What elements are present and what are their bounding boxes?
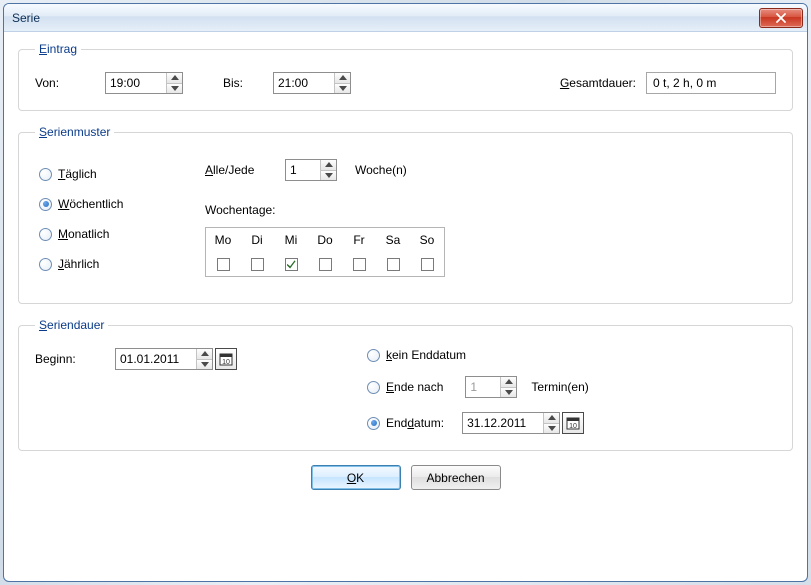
von-spinner xyxy=(105,72,183,94)
wochentage-label: Wochentage: xyxy=(205,203,776,217)
von-spinner-up[interactable] xyxy=(167,73,182,84)
beginn-down[interactable] xyxy=(197,360,212,370)
gesamtdauer-label: Gesamtdauer: xyxy=(560,76,636,90)
radio-kein-enddatum[interactable]: kein Enddatum xyxy=(367,348,589,362)
svg-text:10: 10 xyxy=(222,359,230,366)
legend-eintrag: Eintrag xyxy=(35,42,81,56)
enddatum-input[interactable] xyxy=(463,413,543,433)
radio-label-jaehrlich: Jährlich xyxy=(58,257,99,271)
bis-spinner xyxy=(273,72,351,94)
ok-button[interactable]: OK xyxy=(311,465,401,490)
day-check-mo[interactable] xyxy=(217,258,230,271)
calendar-icon: 10 xyxy=(219,352,233,366)
beginn-label: Beginn: xyxy=(35,352,115,366)
enddatum-spinner xyxy=(462,412,560,434)
radio-dot xyxy=(367,381,380,394)
cancel-button[interactable]: Abbrechen xyxy=(411,465,501,490)
radio-monatlich[interactable]: Monatlich xyxy=(39,227,123,241)
alle-jede-up[interactable] xyxy=(321,160,336,171)
close-icon xyxy=(775,13,787,23)
title-bar: Serie xyxy=(4,4,807,32)
close-button[interactable] xyxy=(759,8,803,28)
day-check-so[interactable] xyxy=(421,258,434,271)
enddatum-label: Enddatum: xyxy=(386,416,444,430)
radio-woechentlich[interactable]: Wöchentlich xyxy=(39,197,123,211)
day-header: Do xyxy=(308,228,342,252)
radio-taeglich[interactable]: Täglich xyxy=(39,167,123,181)
radio-jaehrlich[interactable]: Jährlich xyxy=(39,257,123,271)
day-header: Mo xyxy=(206,228,240,252)
radio-label-woechentlich: Wöchentlich xyxy=(58,197,123,211)
radio-dot xyxy=(367,417,380,430)
radio-label-taeglich: Täglich xyxy=(58,167,97,181)
bis-label: Bis: xyxy=(223,76,273,90)
von-label: Von: xyxy=(35,76,105,90)
von-input[interactable] xyxy=(106,73,166,93)
bis-input[interactable] xyxy=(274,73,334,93)
day-check-mi[interactable] xyxy=(285,258,298,271)
radio-label-monatlich: Monatlich xyxy=(58,227,109,241)
day-check-do[interactable] xyxy=(319,258,332,271)
beginn-spinner xyxy=(115,348,213,370)
beginn-input[interactable] xyxy=(116,349,196,369)
day-check-sa[interactable] xyxy=(387,258,400,271)
weekdays-check-row xyxy=(206,252,444,276)
cancel-button-label: Abbrechen xyxy=(426,471,484,485)
bis-spinner-up[interactable] xyxy=(335,73,350,84)
alle-jede-input[interactable] xyxy=(286,160,320,180)
ende-nach-input xyxy=(466,377,500,397)
day-header: Di xyxy=(240,228,274,252)
weekdays-header-row: Mo Di Mi Do Fr Sa So xyxy=(206,228,444,252)
day-header: So xyxy=(410,228,444,252)
beginn-up[interactable] xyxy=(197,349,212,360)
ende-nach-label: Ende nach xyxy=(386,380,443,394)
group-serienmuster: Serienmuster Täglich Wöchentlich Monatli… xyxy=(18,125,793,304)
radio-dot xyxy=(39,168,52,181)
day-header: Mi xyxy=(274,228,308,252)
calendar-icon: 10 xyxy=(566,416,580,430)
radio-enddatum[interactable]: Enddatum: xyxy=(367,416,444,430)
gesamtdauer-output: 0 t, 2 h, 0 m xyxy=(646,72,776,94)
ende-nach-spinner xyxy=(465,376,517,398)
legend-seriendauer: Seriendauer xyxy=(35,318,108,332)
radio-dot xyxy=(39,228,52,241)
radio-dot xyxy=(367,349,380,362)
group-eintrag: Eintrag Von: Bis: xyxy=(18,42,793,111)
alle-jede-down[interactable] xyxy=(321,171,336,181)
beginn-calendar-button[interactable]: 10 xyxy=(215,348,237,370)
group-seriendauer: Seriendauer Beginn: 10 xyxy=(18,318,793,451)
ok-button-label: OK xyxy=(347,471,364,485)
day-check-di[interactable] xyxy=(251,258,264,271)
button-bar: OK Abbrechen xyxy=(18,465,793,490)
day-header: Sa xyxy=(376,228,410,252)
bis-spinner-down[interactable] xyxy=(335,84,350,94)
day-check-fr[interactable] xyxy=(353,258,366,271)
day-header: Fr xyxy=(342,228,376,252)
radio-dot xyxy=(39,258,52,271)
alle-jede-spinner xyxy=(285,159,337,181)
radio-dot xyxy=(39,198,52,211)
alle-jede-label: Alle/Jede xyxy=(205,163,285,177)
window-title: Serie xyxy=(12,11,40,25)
kein-enddatum-label: kein Enddatum xyxy=(386,348,466,362)
enddatum-down[interactable] xyxy=(544,424,559,434)
enddatum-up[interactable] xyxy=(544,413,559,424)
weekdays-table: Mo Di Mi Do Fr Sa So xyxy=(205,227,445,277)
wochen-label: Woche(n) xyxy=(355,163,407,177)
dialog-window: Serie Eintrag Von: Bis: xyxy=(3,3,808,582)
svg-text:10: 10 xyxy=(569,423,577,430)
terminen-label: Termin(en) xyxy=(531,380,588,394)
legend-serienmuster: Serienmuster xyxy=(35,125,114,139)
von-spinner-down[interactable] xyxy=(167,84,182,94)
radio-ende-nach[interactable]: Ende nach xyxy=(367,380,443,394)
enddatum-calendar-button[interactable]: 10 xyxy=(562,412,584,434)
ende-nach-down xyxy=(501,388,516,398)
ende-nach-up xyxy=(501,377,516,388)
